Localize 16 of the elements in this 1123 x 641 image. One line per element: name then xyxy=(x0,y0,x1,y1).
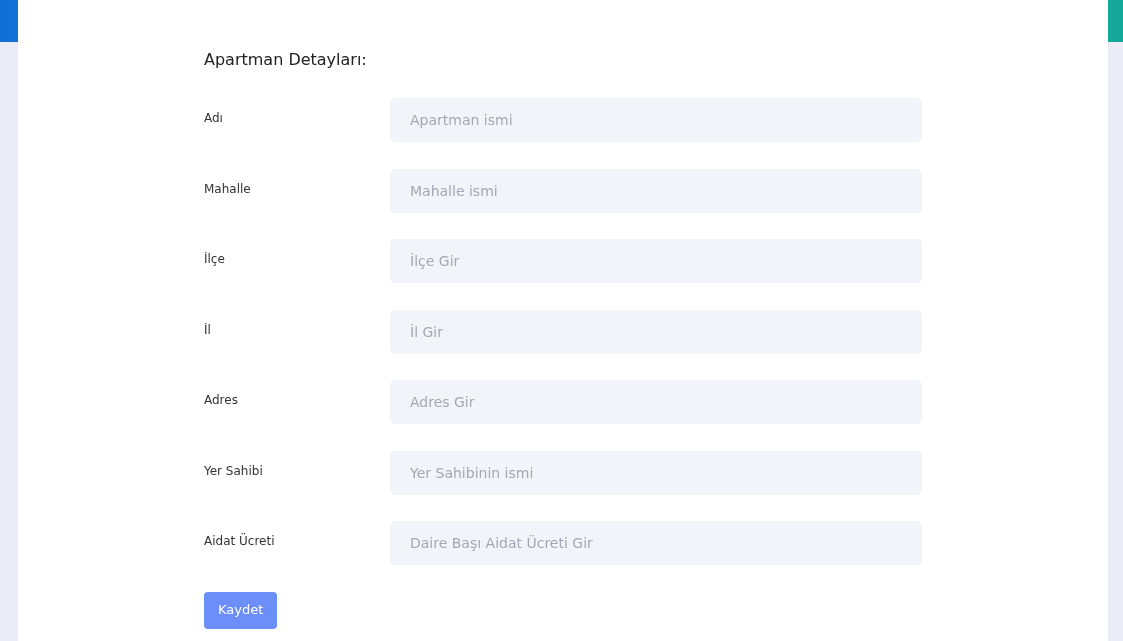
input-field[interactable]: İl Gir xyxy=(390,309,922,354)
field-label: Aidat Ücreti xyxy=(204,532,276,551)
input-field[interactable]: Yer Sahibinin ismi xyxy=(390,450,922,495)
field-label: Adı xyxy=(204,110,224,128)
input-field[interactable]: İlçe Gir xyxy=(390,239,922,284)
input-field[interactable]: Adres Gir xyxy=(390,380,922,425)
field-label: İlçe xyxy=(204,251,226,269)
field-label: Yer Sahibi xyxy=(204,462,264,480)
input-field[interactable]: Apartman ismi xyxy=(390,98,922,143)
input-field[interactable]: Daire Başı Aidat Ücreti Gir xyxy=(390,521,922,566)
form-title: Apartman Detayları: xyxy=(204,50,368,70)
field-label: İl xyxy=(204,321,212,339)
field-label: Mahalle xyxy=(204,180,252,198)
input-field[interactable]: Mahalle ismi xyxy=(390,168,922,213)
save-button[interactable]: Kaydet xyxy=(204,591,278,629)
field-label: Adres xyxy=(204,392,239,410)
